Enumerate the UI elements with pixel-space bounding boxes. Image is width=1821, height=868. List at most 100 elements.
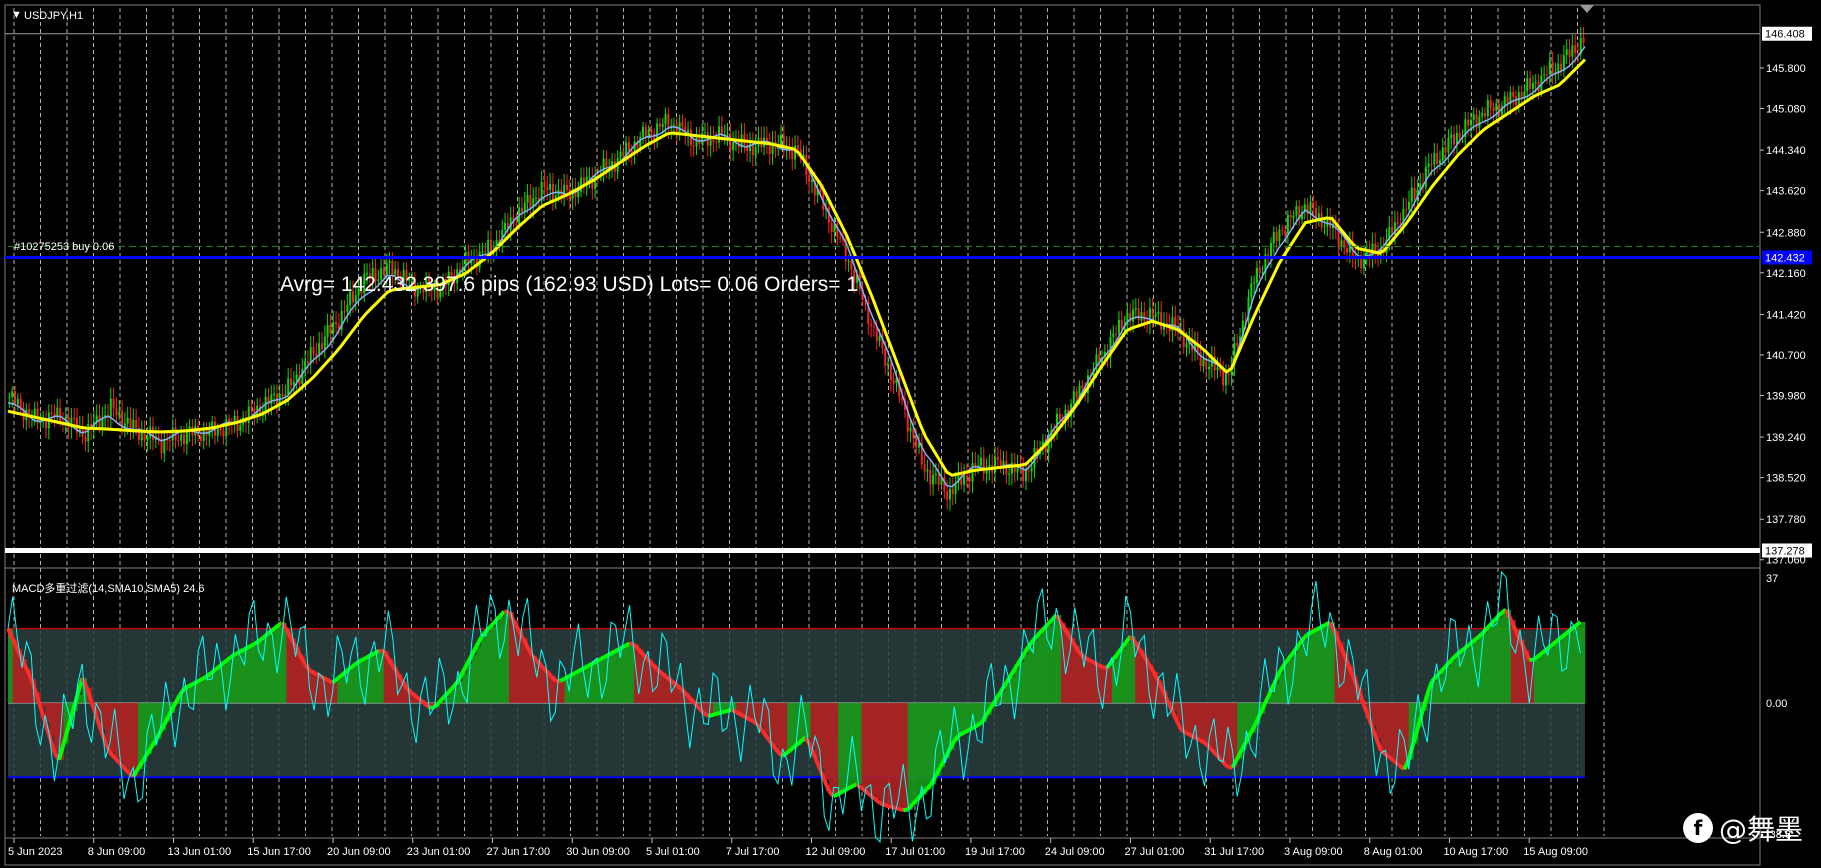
time-tick-label: 20 Jun 09:00	[327, 846, 391, 858]
candle-body	[1058, 413, 1061, 420]
candle-body	[681, 122, 684, 127]
macd-bar	[1107, 667, 1113, 703]
chart-canvas[interactable]: 137.060137.780138.520139.240139.980140.7…	[0, 0, 1821, 868]
candle-body	[1140, 312, 1143, 321]
macd-bar	[337, 678, 343, 703]
macd-main-segment	[962, 728, 970, 735]
candle-body	[8, 397, 11, 399]
macd-bar	[249, 646, 255, 703]
macd-main-segment	[183, 684, 190, 691]
candle-body	[1441, 147, 1444, 161]
macd-bar	[490, 626, 496, 703]
candle-body	[152, 426, 155, 440]
candle-body	[163, 439, 166, 454]
candle-body	[109, 398, 112, 418]
candle-body	[346, 304, 349, 312]
price-tick-label: 139.980	[1766, 390, 1806, 402]
candle-body	[1427, 163, 1430, 167]
macd-main-segment	[359, 656, 367, 663]
price-tick-label: 144.340	[1766, 145, 1806, 157]
candle-body	[168, 439, 171, 441]
candle-body	[1157, 312, 1160, 314]
candle-body	[658, 123, 661, 127]
trade-summary: Avrg= 142.432 397.6 pips (162.93 USD) Lo…	[280, 273, 858, 296]
chart-window: 137.060 137.780 138.520 139.240 139.980 140.7…	[0, 0, 1821, 868]
candle-body	[1072, 391, 1075, 404]
candle-body	[219, 428, 222, 431]
candle-body	[1292, 215, 1295, 218]
candle-body	[135, 419, 138, 429]
macd-bar	[485, 631, 491, 703]
candle-body	[839, 237, 842, 239]
candle-body	[329, 324, 332, 334]
macd-bar	[1315, 629, 1321, 703]
macd-bar	[1288, 659, 1294, 703]
candle-body	[703, 132, 706, 134]
macd-bar	[861, 702, 867, 788]
watermark: f @舞墨	[1682, 808, 1803, 848]
candle-body	[951, 488, 954, 495]
indicator-title: MACD多重过滤(14,SMA10,SMA5) 24.6	[12, 581, 205, 595]
candle-body	[1424, 166, 1427, 188]
price-tick-label: 139.240	[1766, 432, 1806, 444]
candle-body	[965, 475, 968, 478]
macd-bar	[912, 702, 918, 805]
candle-body	[889, 363, 892, 381]
candle-body	[946, 491, 949, 500]
candle-body	[1450, 134, 1453, 139]
macd-bar	[1005, 684, 1011, 703]
macd-main-segment	[1185, 730, 1192, 737]
candle-body	[73, 417, 76, 419]
candle-body	[481, 251, 484, 253]
macd-bar	[133, 702, 139, 777]
candle-body	[1410, 187, 1413, 202]
candle-body	[1520, 92, 1523, 98]
macd-bar	[907, 702, 913, 810]
macd-bar	[917, 702, 923, 800]
candle-body	[1526, 77, 1529, 92]
candle-body	[183, 434, 185, 445]
candle-body	[878, 335, 881, 341]
macd-main-segment	[1194, 735, 1201, 743]
candle-body	[929, 469, 932, 485]
candle-body	[948, 488, 951, 500]
candle-body	[177, 440, 180, 442]
candle-body	[1447, 138, 1450, 153]
candle-body	[1472, 114, 1475, 120]
macd-bar	[847, 702, 853, 789]
candle-body	[1413, 187, 1416, 199]
price-tag-label: 137.278	[1765, 545, 1805, 557]
candle-body	[478, 251, 481, 268]
macd-main-segment	[735, 710, 742, 717]
macd-bar	[267, 633, 273, 703]
candle-body	[529, 195, 532, 208]
candle-body	[515, 223, 518, 225]
candle-body	[619, 151, 622, 158]
candle-body	[729, 133, 732, 151]
candle-body	[639, 136, 642, 149]
window-title-arrow-icon[interactable]: ▼	[11, 9, 22, 21]
macd-bar	[1441, 671, 1447, 703]
price-tick-label: 138.520	[1766, 473, 1806, 485]
candle-body	[1258, 267, 1261, 274]
macd-bar	[499, 616, 505, 703]
candle-body	[566, 184, 568, 191]
macd-tick-label: 37	[1766, 573, 1778, 585]
candle-body	[1503, 96, 1506, 106]
candle-body	[1492, 107, 1495, 112]
macd-main-segment	[976, 720, 984, 728]
candle-body	[642, 126, 645, 137]
candle-body	[1495, 103, 1498, 112]
macd-main-segment	[902, 807, 909, 813]
candle-body	[830, 222, 833, 233]
candle-body	[216, 428, 219, 436]
candle-body	[847, 260, 850, 262]
candle-body	[1216, 367, 1219, 371]
candle-body	[222, 430, 225, 437]
macd-main-segment	[1199, 738, 1206, 745]
candle-body	[1438, 160, 1441, 164]
macd-bar	[1547, 648, 1553, 703]
candle-body	[1154, 313, 1157, 317]
candle-body	[335, 322, 338, 325]
candle-body	[1075, 391, 1078, 399]
